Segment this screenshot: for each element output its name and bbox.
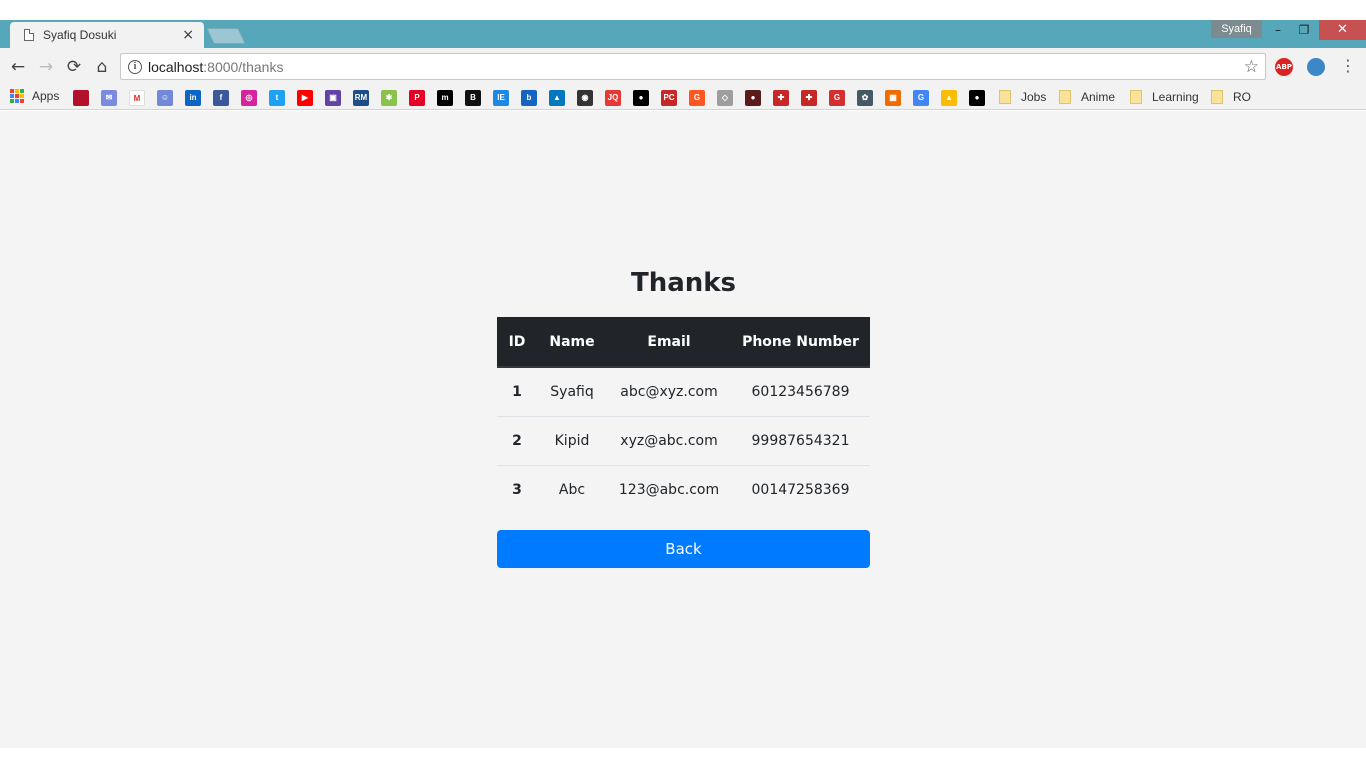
bookmark-icon-red-doc[interactable]: [73, 90, 89, 106]
google-translate-icon[interactable]: G: [913, 90, 929, 106]
home-icon[interactable]: ⌂: [92, 57, 112, 77]
folder-label: Jobs: [1021, 90, 1047, 104]
bookmarks-bar: Apps ✉ M ☺ in f ◎ t ▶ ▣ RM ✱ Pm B IE b ▲ ◉ JQ ● PC G ◇ ● ✚ ✚ G ✿ ▦ G…: [0, 86, 1366, 110]
bookmark-folder-ro[interactable]: RO: [1211, 90, 1251, 104]
restore-icon[interactable]: ❐: [1290, 20, 1318, 40]
cell-name: Abc: [537, 464, 607, 514]
browser-tab[interactable]: Syafiq Dosuki ×: [10, 22, 204, 48]
folder-icon: [1211, 90, 1223, 104]
cell-id: 3: [497, 464, 537, 514]
gamepad-icon-1[interactable]: ✚: [773, 90, 789, 106]
cell-email: 123@abc.com: [607, 464, 731, 514]
bookmark-icon-ie[interactable]: IE: [493, 90, 509, 106]
page-icon: [24, 29, 34, 41]
back-button[interactable]: Back: [497, 530, 870, 568]
forward-arrow-icon[interactable]: →: [36, 57, 56, 77]
rm-icon[interactable]: RM: [353, 90, 369, 106]
table-row: 3 Abc 123@abc.com 00147258369: [497, 464, 870, 514]
page-content: Thanks ID Name Email Phone Number 1 Syaf…: [0, 111, 1366, 748]
bookmark-icon-orange-grid[interactable]: ▦: [885, 90, 901, 106]
tab-strip: Syafiq Dosuki ×: [0, 20, 1366, 48]
table-header-row: ID Name Email Phone Number: [497, 317, 870, 368]
instagram-icon[interactable]: ◎: [241, 90, 257, 106]
gmail-icon[interactable]: M: [129, 90, 145, 106]
new-tab-button[interactable]: [206, 28, 246, 44]
close-icon[interactable]: ✕: [1319, 20, 1366, 40]
twitch-icon[interactable]: ▣: [325, 90, 341, 106]
folder-icon: [1059, 90, 1071, 104]
tab-title: Syafiq Dosuki: [43, 28, 117, 42]
bookmark-icon-gear[interactable]: ✿: [857, 90, 873, 106]
back-arrow-icon[interactable]: ←: [8, 57, 28, 77]
mail-icon[interactable]: ✉: [101, 90, 117, 106]
browser-toolbar: ← → ⟳ ⌂ i localhost:8000/thanks ☆ ABP ⋮: [0, 48, 1366, 86]
column-header-id: ID: [497, 317, 537, 368]
tab-close-icon[interactable]: ×: [182, 27, 194, 43]
bookmark-icon-jq[interactable]: JQ: [605, 90, 621, 106]
bookmark-folder-learning[interactable]: Learning: [1130, 90, 1199, 104]
extension-globe-icon[interactable]: [1307, 58, 1325, 76]
bookmark-icon-chat[interactable]: ◉: [577, 90, 593, 106]
site-info-icon[interactable]: i: [128, 59, 142, 74]
github-icon[interactable]: ●: [969, 90, 985, 106]
pinterest-icon[interactable]: P: [409, 90, 425, 106]
cell-email: xyz@abc.com: [607, 415, 731, 465]
linkedin-icon[interactable]: in: [185, 90, 201, 106]
adblock-plus-icon[interactable]: ABP: [1275, 58, 1293, 76]
bookmark-icon-egg[interactable]: ●: [633, 90, 649, 106]
minimize-icon[interactable]: –: [1264, 20, 1292, 40]
url-host: localhost: [148, 58, 204, 75]
folder-label: Anime: [1081, 90, 1116, 104]
column-header-name: Name: [537, 317, 607, 368]
pcgamer-icon[interactable]: PC: [661, 90, 677, 106]
medium-icon[interactable]: m: [437, 90, 453, 106]
youtube-icon[interactable]: ▶: [297, 90, 313, 106]
table-row: 2 Kipid xyz@abc.com 99987654321: [497, 415, 870, 465]
bookmark-folder-anime[interactable]: Anime: [1059, 90, 1115, 104]
page-title: Thanks: [630, 268, 737, 298]
bottom-strip: [0, 748, 1366, 768]
folder-label: Learning: [1152, 90, 1199, 104]
apps-label: Apps: [32, 89, 60, 103]
bookmark-icon-g-circle[interactable]: G: [689, 90, 705, 106]
facebook-icon[interactable]: f: [213, 90, 229, 106]
address-bar[interactable]: i localhost:8000/thanks ☆: [120, 53, 1266, 80]
gamepad-icon-2[interactable]: ✚: [801, 90, 817, 106]
url-path: :8000/thanks: [203, 58, 284, 75]
cell-name: Kipid: [537, 415, 607, 465]
column-header-email: Email: [607, 317, 731, 368]
bookmark-icon-blue-b[interactable]: b: [521, 90, 537, 106]
discord-icon[interactable]: ☺: [157, 90, 173, 106]
users-table: ID Name Email Phone Number 1 Syafiq abc@…: [497, 317, 870, 514]
folder-icon: [1130, 90, 1142, 104]
folder-icon: [999, 90, 1011, 104]
apps-grid-icon: [10, 89, 24, 103]
bookmark-icon-diamond[interactable]: ◇: [717, 90, 733, 106]
cell-email: abc@xyz.com: [620, 383, 718, 400]
cell-name: Syafiq: [550, 383, 594, 400]
twitter-icon[interactable]: t: [269, 90, 285, 106]
cell-id: 2: [497, 415, 537, 465]
cell-id: 1: [512, 383, 522, 400]
bookmark-icon-mountain[interactable]: ▲: [549, 90, 565, 106]
bookmark-icon-b[interactable]: B: [465, 90, 481, 106]
table-row: 1 Syafiq abc@xyz.com 60123456789: [497, 367, 870, 416]
cell-phone: 00147258369: [731, 464, 870, 514]
bookmark-icon-green[interactable]: ✱: [381, 90, 397, 106]
apps-shortcut[interactable]: Apps: [10, 89, 59, 103]
cell-phone: 99987654321: [731, 415, 870, 465]
bookmark-icon-avatar[interactable]: ●: [745, 90, 761, 106]
bookmark-icon-g-red[interactable]: G: [829, 90, 845, 106]
profile-button[interactable]: Syafiq: [1211, 20, 1262, 38]
reload-icon[interactable]: ⟳: [64, 57, 84, 77]
folder-label: RO: [1233, 90, 1251, 104]
bookmark-star-icon[interactable]: ☆: [1244, 57, 1259, 77]
browser-menu-icon[interactable]: ⋮: [1340, 56, 1356, 76]
cell-phone: 60123456789: [751, 383, 850, 400]
bookmark-folder-jobs[interactable]: Jobs: [999, 90, 1046, 104]
google-drive-icon[interactable]: ▲: [941, 90, 957, 106]
column-header-phone: Phone Number: [731, 317, 870, 368]
